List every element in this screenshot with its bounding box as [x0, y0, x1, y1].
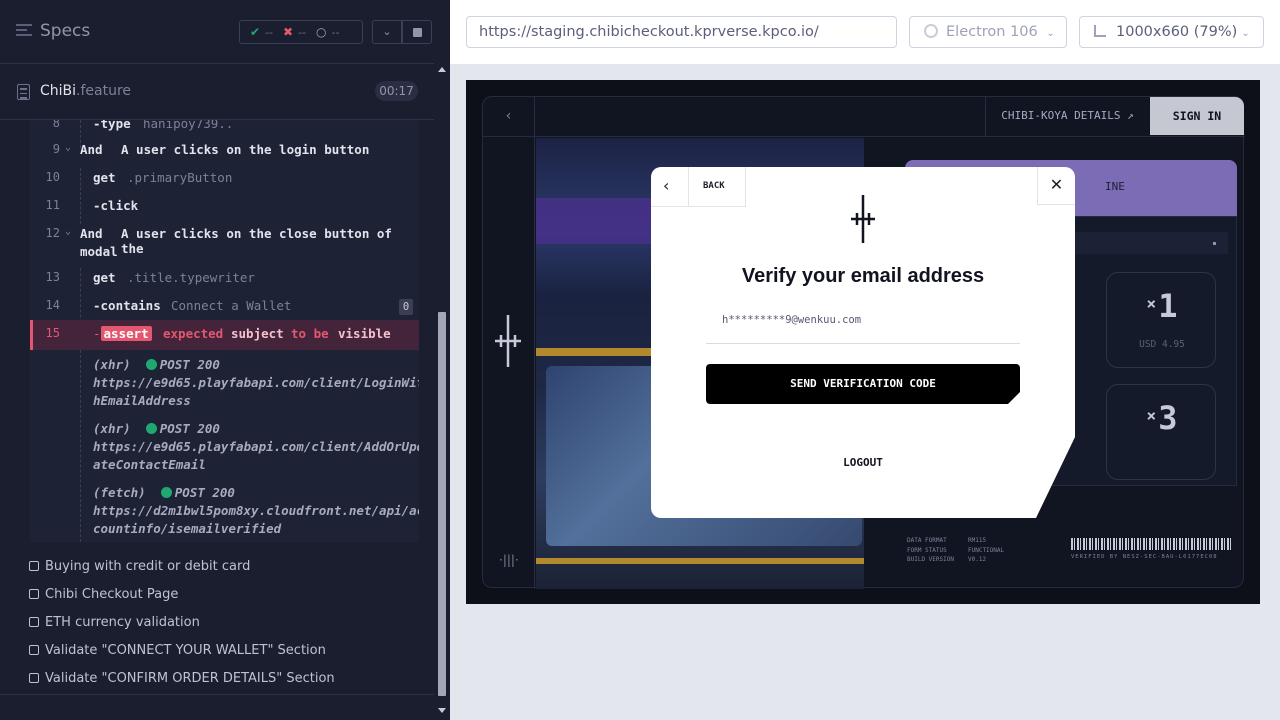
- specs-title: Specs: [40, 21, 91, 41]
- chevron-down-icon: ⌄: [65, 226, 72, 237]
- command-row[interactable]: 14 -contains Connect a Wallet 0: [30, 298, 419, 318]
- chevron-down-icon: ⌄: [1241, 28, 1250, 39]
- stop-icon: [413, 28, 422, 37]
- scroll-down-arrow-icon[interactable]: [438, 708, 446, 713]
- spec-item[interactable]: Chibi Checkout Page: [29, 587, 178, 607]
- spec-file-name: ChiBi.feature: [40, 83, 132, 99]
- browser-icon: [924, 24, 938, 38]
- url-field[interactable]: https://staging.chibicheckout.kprverse.k…: [466, 16, 897, 48]
- aut-panel: https://staging.chibicheckout.kprverse.k…: [450, 0, 1280, 720]
- stats-group: ✔ -- ✖ -- ○ --: [239, 20, 363, 44]
- spec-item[interactable]: ETH currency validation: [29, 615, 200, 635]
- specs-header: Specs ✔ -- ✖ -- ○ -- ⌄: [0, 0, 434, 64]
- request-row[interactable]: (fetch) POST 200 https://d2m1bwl5pom8xy.…: [30, 484, 419, 538]
- viewport-select[interactable]: 1000x660 (79%) ⌄: [1079, 16, 1264, 48]
- menu-icon[interactable]: [16, 24, 32, 38]
- chevron-down-icon[interactable]: ⌄: [372, 20, 402, 44]
- modal-title: Verify your email address: [741, 265, 985, 287]
- checkbox-icon: [29, 561, 39, 571]
- check-icon: ✔: [250, 25, 261, 39]
- pending-count: ○ --: [316, 25, 340, 39]
- passed-count: ✔ --: [250, 25, 274, 39]
- chevron-down-icon: ⌄: [65, 142, 72, 153]
- art-stripe: [536, 558, 864, 564]
- stop-button[interactable]: [402, 20, 432, 44]
- request-row[interactable]: (xhr) POST 200 https://e9d65.playfabapi.…: [30, 420, 419, 474]
- failed-command-row[interactable]: 15 - assert expected subject to be visibl…: [30, 320, 419, 350]
- scrollbar-thumb[interactable]: [438, 312, 446, 696]
- details-link[interactable]: CHIBI-KOYA DETAILS ↗: [985, 97, 1149, 137]
- email-field[interactable]: h*********9@wenkuu.com: [706, 310, 1020, 344]
- command-row[interactable]: 10 get .primaryButton: [30, 170, 419, 190]
- request-row[interactable]: (xhr) POST 200 https://e9d65.playfabapi.…: [30, 356, 419, 410]
- star-logo-icon: [851, 195, 875, 243]
- command-log: 8 -type hanipoy739.. 9 ⌄ And A user clic…: [30, 120, 419, 542]
- assert-badge: assert: [100, 326, 152, 341]
- browser-select[interactable]: Electron 106 ⌄: [909, 16, 1067, 48]
- document-icon: [17, 84, 30, 100]
- divider: [0, 694, 434, 695]
- audio-wave-icon[interactable]: ·|||·: [499, 553, 519, 567]
- command-row[interactable]: 13 get .title.typewriter: [30, 270, 419, 290]
- chevron-down-icon: ⌄: [1046, 28, 1055, 39]
- spec-item[interactable]: Validate "CONFIRM ORDER DETAILS" Section: [29, 671, 335, 691]
- checkbox-icon: [29, 673, 39, 683]
- command-row[interactable]: 11 -click: [30, 198, 419, 218]
- x-icon: ✖: [283, 25, 294, 39]
- spec-file-header[interactable]: ChiBi.feature 00:17: [0, 65, 434, 120]
- back-arrow-icon: ‹: [663, 176, 670, 195]
- spec-item[interactable]: Validate "CONNECT YOUR WALLET" Section: [29, 643, 326, 663]
- app-footer: DATA FORMAT FORM STATUS BUILD VERSION RM…: [905, 534, 1237, 574]
- scroll-up-arrow-icon[interactable]: [438, 67, 446, 72]
- status-dot: [145, 423, 157, 434]
- duration-badge: 00:17: [375, 81, 418, 101]
- back-arrow-icon[interactable]: ‹: [483, 97, 535, 137]
- reporter-panel: Specs ✔ -- ✖ -- ○ -- ⌄ ChiBi.feature 00:17 …: [0, 0, 450, 720]
- spec-item[interactable]: Buying with credit or debit card: [29, 559, 250, 579]
- send-verification-code-button[interactable]: SEND VERIFICATION CODE: [706, 364, 1020, 404]
- star-logo-icon: [495, 315, 521, 367]
- checkbox-icon: [29, 645, 39, 655]
- status-dot: [160, 487, 172, 498]
- checkbox-icon: [29, 617, 39, 627]
- match-count-badge: 0: [399, 299, 413, 315]
- app-under-test: ‹ CHIBI-KOYA DETAILS ↗ SIGN IN ·|||· INE…: [466, 80, 1260, 604]
- command-row[interactable]: 8 -type hanipoy739..: [30, 120, 419, 136]
- quantity-option[interactable]: ×1 USD 4.95: [1106, 272, 1216, 368]
- failed-count: ✖ --: [283, 25, 307, 39]
- app-sidebar: ·|||·: [483, 137, 535, 589]
- barcode-image: [1071, 538, 1231, 550]
- aut-header: https://staging.chibicheckout.kprverse.k…: [450, 0, 1280, 64]
- checkbox-icon: [29, 589, 39, 599]
- modal-back-button[interactable]: ‹ BACK: [651, 167, 746, 207]
- app-topbar: ‹ CHIBI-KOYA DETAILS ↗ SIGN IN: [483, 97, 1245, 137]
- scrollbar[interactable]: [434, 64, 450, 720]
- quantity-option[interactable]: ×3: [1106, 384, 1216, 480]
- sign-in-button[interactable]: SIGN IN: [1150, 97, 1244, 135]
- close-icon[interactable]: ✕: [1037, 167, 1075, 205]
- step-row[interactable]: 9 ⌄ And A user clicks on the login butto…: [30, 142, 419, 162]
- ruler-icon: [1094, 25, 1106, 37]
- logout-button[interactable]: LOGOUT: [651, 456, 1075, 469]
- verify-email-modal: ‹ BACK ✕ Verify your email address h****…: [651, 167, 1075, 518]
- step-row[interactable]: 12 ⌄ And A user clicks on the close butt…: [30, 226, 419, 266]
- spinner-icon: ○: [316, 25, 327, 39]
- art-logo: [536, 198, 656, 244]
- status-dot: [145, 359, 157, 370]
